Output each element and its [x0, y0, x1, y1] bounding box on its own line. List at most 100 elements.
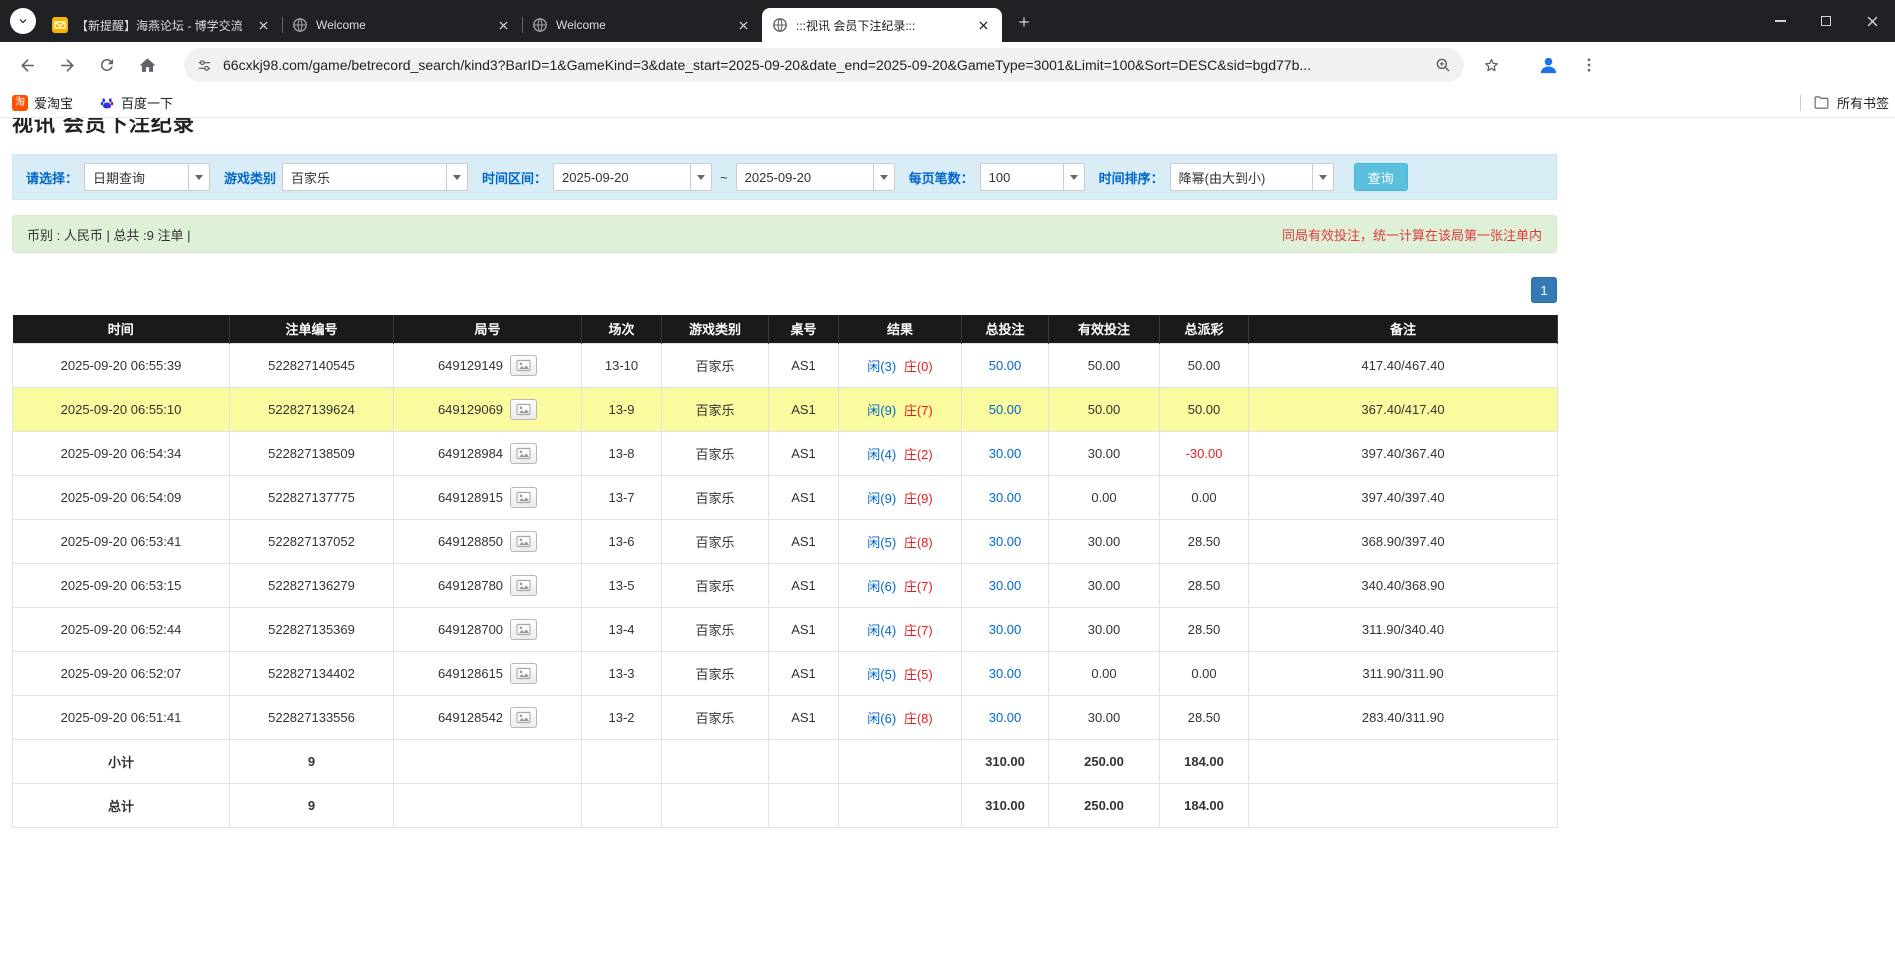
browser-tab[interactable]: Welcome — [282, 8, 522, 42]
player-result: 闲(6) — [867, 579, 896, 594]
tab-close-icon[interactable] — [975, 17, 992, 34]
total-bet-link[interactable]: 50.00 — [962, 387, 1049, 431]
table-number: AS1 — [769, 563, 839, 607]
game-type: 百家乐 — [662, 651, 769, 695]
table-row: 2025-09-20 06:53:41 522827137052 6491288… — [13, 519, 1558, 563]
table-number: AS1 — [769, 431, 839, 475]
page-title: 视讯 会员下注纪录 — [12, 118, 1895, 137]
note: 368.90/397.40 — [1249, 519, 1558, 563]
player-result: 闲(5) — [867, 667, 896, 682]
query-mode-select[interactable]: 日期查询 — [84, 163, 210, 191]
tab-title: Welcome — [556, 18, 727, 32]
session-number: 13-6 — [582, 519, 662, 563]
view-video-button[interactable] — [510, 619, 537, 640]
payout: 50.00 — [1160, 343, 1249, 387]
tab-close-icon[interactable] — [735, 17, 752, 34]
plus-icon — [1017, 15, 1031, 29]
view-video-button[interactable] — [510, 663, 537, 684]
bookmark-item-taobao[interactable]: 淘 爱淘宝 — [12, 93, 73, 112]
total-bet-link[interactable]: 30.00 — [962, 519, 1049, 563]
chevron-down-icon — [690, 164, 711, 190]
close-button[interactable] — [1849, 0, 1895, 42]
column-header: 局号 — [394, 315, 582, 343]
back-button[interactable] — [10, 48, 44, 82]
table-number: AS1 — [769, 343, 839, 387]
view-video-button[interactable] — [510, 355, 537, 376]
column-header: 总派彩 — [1160, 315, 1249, 343]
bookmark-item-baidu[interactable]: 百度一下 — [99, 93, 173, 112]
bookmark-star-icon[interactable] — [1482, 56, 1501, 75]
site-info-icon[interactable] — [196, 57, 213, 74]
address-bar[interactable]: 66cxkj98.com/game/betrecord_search/kind3… — [184, 48, 1464, 82]
note: 283.40/311.90 — [1249, 695, 1558, 739]
home-button[interactable] — [130, 48, 164, 82]
table-row: 2025-09-20 06:55:39 522827140545 6491291… — [13, 343, 1558, 387]
browser-menu-icon[interactable] — [1580, 56, 1598, 74]
forward-button[interactable] — [50, 48, 84, 82]
payout: 28.50 — [1160, 519, 1249, 563]
result-cell: 闲(3) 庄(0) — [839, 343, 962, 387]
view-video-button[interactable] — [510, 399, 537, 420]
refresh-button[interactable] — [90, 48, 124, 82]
game-type-select[interactable]: 百家乐 — [282, 163, 468, 191]
bet-time: 2025-09-20 06:54:09 — [13, 475, 230, 519]
browser-tab[interactable]: Welcome — [522, 8, 762, 42]
sort-order-select[interactable]: 降幂(由大到小) — [1170, 163, 1334, 191]
new-tab-button[interactable] — [1010, 8, 1037, 35]
all-bookmarks-button[interactable]: 所有书签 — [1800, 93, 1889, 112]
minimize-button[interactable] — [1757, 0, 1803, 42]
filter-bar: 请选择： 日期查询 游戏类别 百家乐 时间区间： 2025-09-20 ~ 20… — [12, 154, 1557, 200]
tab-favicon-icon — [52, 17, 68, 33]
bet-id: 522827135369 — [230, 607, 394, 651]
page-size-select[interactable]: 100 — [980, 163, 1085, 191]
payout: 0.00 — [1160, 475, 1249, 519]
game-type: 百家乐 — [662, 695, 769, 739]
date-end-select[interactable]: 2025-09-20 — [736, 163, 895, 191]
player-result: 闲(4) — [867, 447, 896, 462]
banker-result: 庄(8) — [904, 711, 933, 726]
total-bet-link[interactable]: 30.00 — [962, 431, 1049, 475]
browser-tab[interactable]: 【新提醒】海燕论坛 - 博学交流 — [42, 8, 282, 42]
view-video-button[interactable] — [510, 531, 537, 552]
tab-title: 【新提醒】海燕论坛 - 博学交流 — [76, 17, 247, 34]
chevron-down-icon — [188, 164, 209, 190]
bet-id: 522827140545 — [230, 343, 394, 387]
table-number: AS1 — [769, 475, 839, 519]
total-bet-link[interactable]: 30.00 — [962, 607, 1049, 651]
subtotal-total-bet: 310.00 — [962, 739, 1049, 783]
zoom-icon[interactable] — [1434, 56, 1452, 74]
bet-time: 2025-09-20 06:53:15 — [13, 563, 230, 607]
total-row: 总计 9 310.00 250.00 184.00 — [13, 783, 1558, 827]
result-cell: 闲(6) 庄(8) — [839, 695, 962, 739]
profile-avatar[interactable] — [1537, 54, 1560, 77]
round-cell: 649128780 — [394, 563, 582, 607]
currency-summary: 币别 : 人民币 | 总共 :9 注单 | — [27, 225, 191, 244]
total-bet-link[interactable]: 30.00 — [962, 695, 1049, 739]
valid-bet: 30.00 — [1049, 431, 1160, 475]
view-video-button[interactable] — [510, 443, 537, 464]
tab-close-icon[interactable] — [495, 17, 512, 34]
table-number: AS1 — [769, 607, 839, 651]
note: 367.40/417.40 — [1249, 387, 1558, 431]
session-number: 13-2 — [582, 695, 662, 739]
date-start-select[interactable]: 2025-09-20 — [553, 163, 712, 191]
page-number-button[interactable]: 1 — [1531, 277, 1557, 303]
view-video-button[interactable] — [510, 487, 537, 508]
payout: 0.00 — [1160, 651, 1249, 695]
bookmarks-bar: 淘 爱淘宝 百度一下 所有书签 — [0, 88, 1895, 118]
total-bet-link[interactable]: 30.00 — [962, 475, 1049, 519]
browser-tab[interactable]: :::视讯 会员下注纪录::: — [762, 8, 1002, 42]
tab-close-icon[interactable] — [255, 17, 272, 34]
search-button[interactable]: 查询 — [1354, 163, 1408, 191]
view-video-button[interactable] — [510, 575, 537, 596]
round-id: 649129069 — [438, 402, 503, 417]
total-bet-link[interactable]: 30.00 — [962, 563, 1049, 607]
total-bet-link[interactable]: 30.00 — [962, 651, 1049, 695]
tab-search-button[interactable] — [10, 8, 36, 34]
payout: 28.50 — [1160, 563, 1249, 607]
total-label: 总计 — [13, 783, 230, 827]
valid-bet: 0.00 — [1049, 651, 1160, 695]
maximize-button[interactable] — [1803, 0, 1849, 42]
view-video-button[interactable] — [510, 707, 537, 728]
total-bet-link[interactable]: 50.00 — [962, 343, 1049, 387]
